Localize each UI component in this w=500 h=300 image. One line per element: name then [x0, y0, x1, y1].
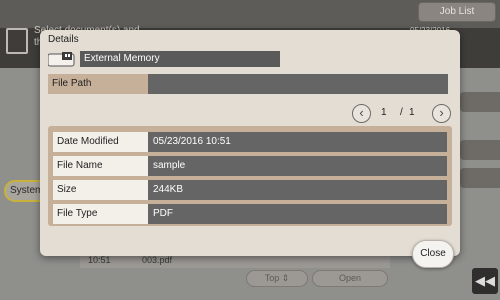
background-side-button[interactable]	[460, 168, 500, 188]
file-row-name: 003.pdf	[142, 255, 173, 265]
chevron-right-icon[interactable]: ›	[432, 104, 451, 123]
file-path-value	[148, 74, 448, 94]
top-label: Top	[264, 273, 280, 283]
info-label: File Name	[53, 156, 148, 176]
details-dialog: Details External Memory File Path ‹ 1 / …	[40, 30, 460, 256]
job-list-button[interactable]: Job List	[418, 2, 496, 22]
background-side-button[interactable]	[460, 140, 500, 160]
page-separator: /	[400, 107, 403, 118]
info-value: 244KB	[148, 180, 447, 200]
sort-icon: ⇕	[281, 273, 290, 283]
memory-label: External Memory	[80, 51, 280, 67]
open-button[interactable]: Open	[312, 270, 388, 287]
chevron-left-icon[interactable]: ‹	[352, 104, 371, 123]
info-label: Date Modified	[53, 132, 148, 152]
info-label: Size	[53, 180, 148, 200]
file-info-panel: Date Modified 05/23/2016 10:51 File Name…	[48, 126, 452, 226]
info-value: PDF	[148, 204, 447, 224]
document-icon	[6, 28, 28, 54]
info-row-date-modified: Date Modified 05/23/2016 10:51	[53, 132, 447, 152]
double-chevron-left-icon[interactable]: ◀◀	[472, 268, 498, 294]
background-side-button[interactable]	[460, 92, 500, 112]
file-path-label: File Path	[48, 74, 148, 94]
info-label: File Type	[53, 204, 148, 224]
info-value: sample	[148, 156, 447, 176]
usb-memory-icon	[48, 52, 75, 67]
file-row-time: 10:51	[88, 255, 111, 265]
info-row-file-type: File Type PDF	[53, 204, 447, 224]
info-value: 05/23/2016 10:51	[148, 132, 447, 152]
page-current: 1	[381, 107, 387, 118]
info-row-size: Size 244KB	[53, 180, 447, 200]
close-button[interactable]: Close	[412, 240, 454, 268]
dialog-title: Details	[48, 34, 79, 45]
page-total: 1	[409, 107, 415, 118]
top-button[interactable]: Top ⇕	[246, 270, 308, 287]
info-row-file-name: File Name sample	[53, 156, 447, 176]
